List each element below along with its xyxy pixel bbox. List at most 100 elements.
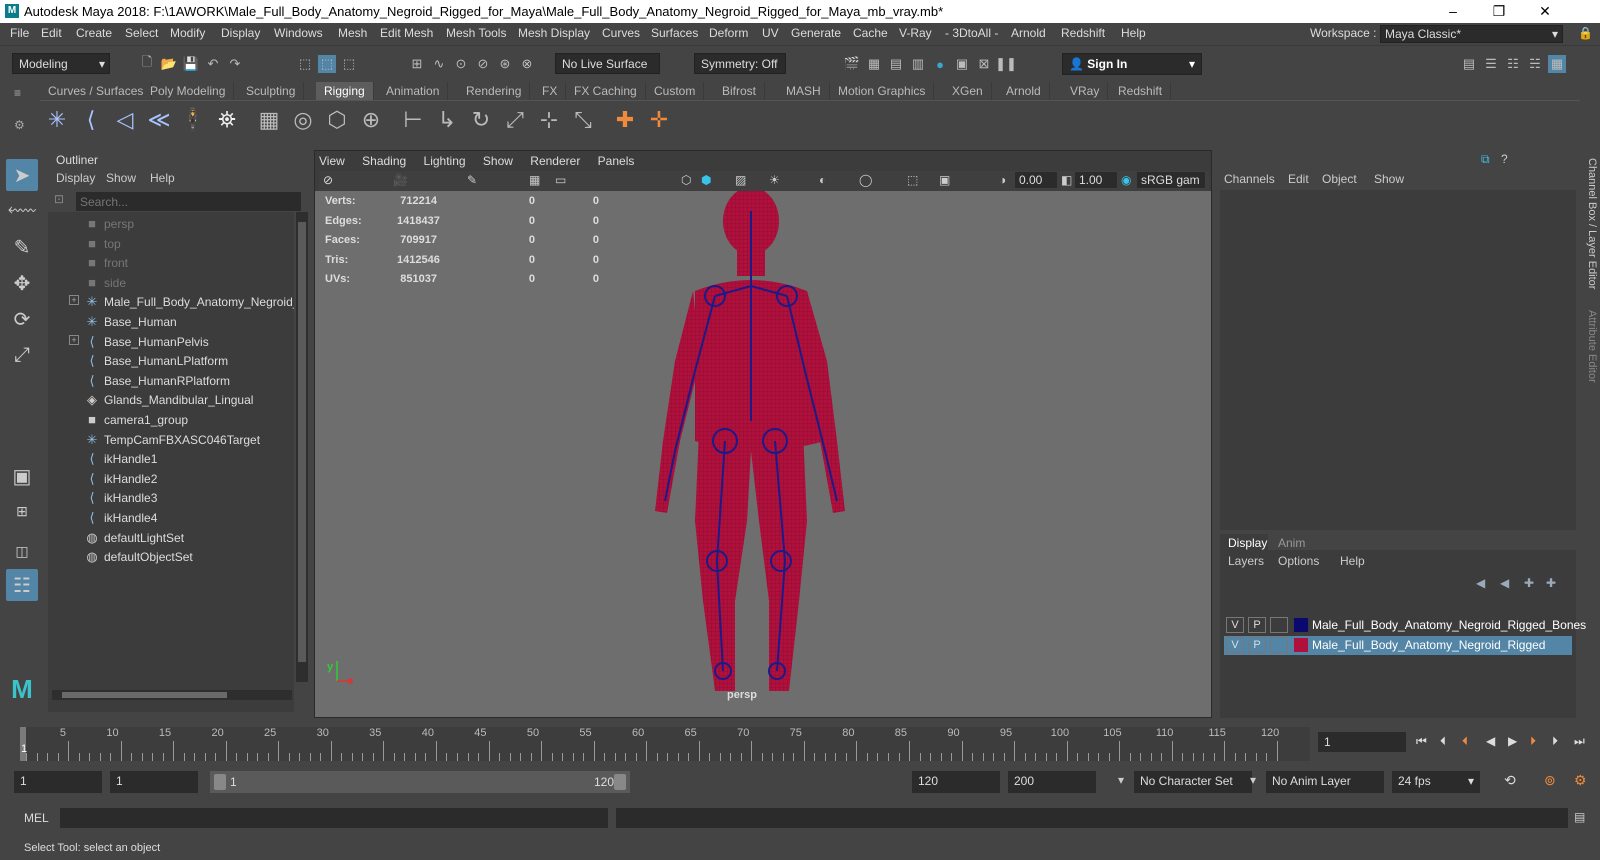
outliner-item[interactable]: ✳ Base_Human xyxy=(48,312,294,332)
character-controls-icon[interactable]: ☰ xyxy=(1482,55,1500,73)
shelf-settings-icon[interactable]: ⚙ xyxy=(14,118,25,132)
fps-dropdown[interactable]: 24 fps ▾ xyxy=(1392,771,1480,793)
outliner-item[interactable]: ■ top xyxy=(48,234,294,254)
auto-key-icon[interactable]: ⊚ xyxy=(1544,772,1556,789)
viewport-menu-renderer[interactable]: Renderer xyxy=(530,154,580,168)
new-scene-icon[interactable]: 🗋 xyxy=(138,54,156,73)
xray-icon[interactable]: ▣ xyxy=(939,173,950,187)
blend-shape-icon[interactable]: ✛ xyxy=(650,107,668,132)
sign-in-button[interactable]: 👤 Sign In ▾ xyxy=(1062,53,1202,75)
viewport-menu-shading[interactable]: Shading xyxy=(362,154,406,168)
outliner-item[interactable]: ◈ Glands_Mandibular_Lingual xyxy=(48,390,294,410)
shelf-tab-redshift[interactable]: Redshift xyxy=(1110,82,1172,100)
wrap-icon[interactable]: ◎ xyxy=(293,107,312,132)
shelf-tab-rendering[interactable]: Rendering xyxy=(458,82,531,100)
menu-windows[interactable]: Windows xyxy=(274,26,323,40)
channel-box-toggle-icon[interactable]: ▦ xyxy=(1548,55,1566,73)
redo-icon[interactable]: ↷ xyxy=(226,55,244,73)
layer-visibility-toggle[interactable]: V xyxy=(1226,617,1244,633)
joint-tool-icon[interactable]: ✳ xyxy=(48,107,66,132)
shelf-tab-animation[interactable]: Animation xyxy=(378,82,449,100)
lock-icon[interactable]: 🔒 xyxy=(1578,26,1593,40)
expand-icon[interactable]: + xyxy=(69,334,79,345)
edit-menu[interactable]: Edit xyxy=(1288,172,1309,186)
anim-preferences-icon[interactable]: ⚙ xyxy=(1574,772,1587,789)
expand-icon[interactable]: + xyxy=(69,295,79,306)
point-constraint-icon[interactable]: ⊢ xyxy=(403,107,422,132)
save-scene-icon[interactable]: 💾 xyxy=(182,55,200,73)
shelf-tab-mash[interactable]: MASH xyxy=(778,82,830,100)
step-forward-icon[interactable]: ⏵ xyxy=(1552,734,1558,749)
shelf-tab-xgen[interactable]: XGen xyxy=(944,82,992,100)
ik-spline-icon[interactable]: ◁ xyxy=(116,107,134,132)
menu-select[interactable]: Select xyxy=(125,26,158,40)
shelf-tab-poly-modeling[interactable]: Poly Modeling xyxy=(142,82,235,100)
layer-visibility-toggle[interactable]: V xyxy=(1226,637,1244,653)
move-tool-icon[interactable]: ✥ xyxy=(6,267,38,299)
pause-render-icon[interactable]: ❚❚ xyxy=(995,55,1017,73)
exposure-field[interactable]: 0.00 xyxy=(1015,172,1057,188)
layer-color-swatch[interactable] xyxy=(1294,638,1308,652)
go-to-end-icon[interactable]: ⏭ xyxy=(1574,734,1585,749)
layer-color-swatch[interactable] xyxy=(1294,618,1308,632)
menu-redshift[interactable]: Redshift xyxy=(1061,26,1105,40)
outliner-layout-icon[interactable]: ☷ xyxy=(6,569,38,601)
grid-toggle-icon[interactable]: ▦ xyxy=(529,173,540,187)
animation-end-field[interactable]: 200 xyxy=(1008,771,1096,793)
help-menu[interactable]: Help xyxy=(1340,554,1365,568)
outliner-search-input[interactable] xyxy=(76,192,301,211)
symmetry-dropdown[interactable]: Symmetry: Off xyxy=(694,53,786,74)
shelf-tab-curves-surfaces[interactable]: Curves / Surfaces xyxy=(40,82,153,100)
camera-attributes-icon[interactable]: 🎥 xyxy=(393,173,408,187)
open-scene-icon[interactable]: 📂 xyxy=(160,55,178,73)
soft-mod-icon[interactable]: ⊕ xyxy=(362,107,380,132)
vray-ipr-icon[interactable]: ⊠ xyxy=(975,55,993,73)
paint-select-icon[interactable]: ✎ xyxy=(6,231,38,263)
outliner-horizontal-scrollbar[interactable] xyxy=(52,690,292,700)
snap-surface-icon[interactable]: ⊛ xyxy=(496,55,514,73)
aim-constraint-icon[interactable]: ↳ xyxy=(438,107,456,132)
close-button[interactable]: ✕ xyxy=(1522,0,1568,23)
modeling-toolkit-icon[interactable]: ▤ xyxy=(1460,55,1478,73)
object-menu[interactable]: Object xyxy=(1322,172,1357,186)
script-editor-icon[interactable]: ▤ xyxy=(1574,810,1585,824)
outliner-item[interactable]: ◍ defaultObjectSet xyxy=(48,547,294,567)
lasso-tool-icon[interactable]: ⬳ xyxy=(6,195,38,227)
animation-start-field[interactable]: 1 xyxy=(14,771,102,793)
time-slider-track[interactable]: 1 5 10 15 20 25 30 35 40 45 50 55 60 65 70 75 80 85 90 95 1… xyxy=(20,727,1310,761)
character-set-dropdown[interactable]: No Character Set xyxy=(1134,771,1252,793)
wireframe-icon[interactable]: ⬡ xyxy=(681,173,691,187)
outliner-item[interactable]: ⟨ ikHandle3 xyxy=(48,488,294,508)
menu-arnold[interactable]: Arnold xyxy=(1011,26,1046,40)
film-gate-icon[interactable]: ▭ xyxy=(555,173,566,187)
range-slider-bar[interactable]: 1 120 xyxy=(210,771,630,793)
outliner-item[interactable]: ■ persp xyxy=(48,214,294,234)
parent-constraint-icon[interactable]: ⊹ xyxy=(540,107,558,132)
playback-end-field[interactable]: 120 xyxy=(912,771,1000,793)
options-menu[interactable]: Options xyxy=(1278,554,1319,568)
filter-icon[interactable]: ⊡ xyxy=(54,192,64,206)
vray-render-icon[interactable]: ▣ xyxy=(953,55,971,73)
snap-point-icon[interactable]: ⊙ xyxy=(452,55,470,73)
command-language-label[interactable]: MEL xyxy=(24,811,49,825)
cluster-icon[interactable]: ⬡ xyxy=(327,107,346,132)
grease-pencil-icon[interactable]: ✎ xyxy=(467,173,477,187)
gamma-field[interactable]: 1.00 xyxy=(1075,172,1117,188)
shadows-icon[interactable]: ◐ xyxy=(819,173,826,187)
new-layer-icon[interactable]: ✚ xyxy=(1524,576,1534,590)
shelf-menu-icon[interactable]: ≡ xyxy=(14,86,21,100)
menu-generate[interactable]: Generate xyxy=(791,26,841,40)
step-back-icon[interactable]: ⏴ xyxy=(1440,734,1446,749)
viewport-menu-show[interactable]: Show xyxy=(483,154,513,168)
menu-file[interactable]: File xyxy=(10,26,29,40)
live-surface-field[interactable]: No Live Surface xyxy=(555,53,660,74)
single-view-layout-icon[interactable]: ▣ xyxy=(6,460,38,492)
select-tool-icon[interactable]: ➤ xyxy=(6,159,38,191)
gamma-icon[interactable]: ◧ xyxy=(1061,173,1072,187)
layer-display-type-toggle[interactable] xyxy=(1270,617,1288,633)
tool-settings-toggle-icon[interactable]: ☵ xyxy=(1526,55,1544,73)
hypershade-icon[interactable]: ● xyxy=(931,55,949,73)
menu-uv[interactable]: UV xyxy=(762,26,779,40)
render-view-icon[interactable]: ▥ xyxy=(909,55,927,73)
humanik-icon[interactable]: 🕴 xyxy=(179,107,206,132)
